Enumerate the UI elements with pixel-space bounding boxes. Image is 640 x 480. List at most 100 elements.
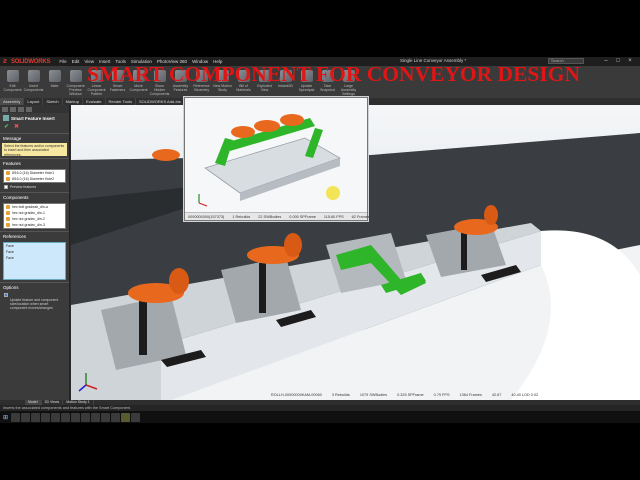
list-item[interactable]: Face	[4, 255, 65, 261]
windows-taskbar: ⊞	[0, 411, 640, 423]
references-header[interactable]: References	[0, 231, 69, 241]
menu-edit[interactable]: Edit	[72, 59, 80, 64]
preview-rebuilds: 1 Rebuilds	[232, 214, 251, 219]
perf-bodies: 1079 SWBodies	[359, 393, 388, 397]
property-manager-tab-icon[interactable]	[10, 106, 16, 112]
folder-icon[interactable]	[101, 412, 110, 422]
triad-x-axis	[198, 202, 208, 207]
roller	[152, 149, 180, 161]
preview-frames: 62 Frames	[351, 214, 370, 219]
checkbox-label: Preview features	[10, 185, 37, 189]
roller	[231, 126, 255, 138]
component-icon	[6, 223, 10, 227]
insert-components-icon	[27, 70, 40, 82]
viewport-perf-status: ROLLH-00000000KAM-00060 3 Rebuilds 1079 …	[71, 390, 640, 400]
components-header[interactable]: Components	[0, 192, 69, 202]
smart-feature-icon	[3, 115, 9, 121]
file-explorer-icon[interactable]	[31, 412, 40, 422]
ribbon-button-1[interactable]: Insert Components	[24, 67, 43, 97]
components-list[interactable]: hex bolt gradeab_din-a hex nut gradec_di…	[3, 203, 66, 229]
options-header[interactable]: Options	[0, 282, 69, 292]
idler-bracket	[139, 295, 147, 355]
list-item-label: hex nut gradec_din-3	[12, 223, 45, 227]
record-icon[interactable]	[131, 412, 140, 422]
mate-icon	[48, 70, 61, 82]
perf-fps: 0.79 FPS	[433, 393, 450, 397]
preview-fps: 115.60 FPS	[323, 214, 344, 219]
roller-wing	[169, 268, 189, 294]
ribbon-button-label: Mate	[50, 84, 59, 88]
roller-wing	[484, 205, 498, 225]
component-icon	[6, 217, 10, 221]
perf-rebuilds: 3 Rebuilds	[331, 393, 350, 397]
checkbox-box[interactable]	[4, 185, 8, 189]
tab-markup[interactable]: Markup	[63, 98, 83, 105]
preview-features-checkbox[interactable]: Preview features	[0, 184, 69, 190]
perf-part-id: ROLLH-00000000KAM-00060	[271, 393, 322, 397]
tab-addins[interactable]: SOLIDWORKS Add-Ins	[136, 98, 185, 105]
features-header[interactable]: Features	[0, 158, 69, 168]
feature-tree-tab-icon[interactable]	[2, 106, 8, 112]
list-item-label: Ø16.0 (16) Diameter Hole2	[12, 177, 55, 181]
preview-part-id: 0000000000(157373)	[188, 214, 225, 219]
solidworks-icon[interactable]	[91, 412, 100, 422]
solidworks-logo-icon: ƨ	[3, 58, 7, 65]
ribbon-button-2[interactable]: Mate	[45, 67, 64, 97]
roller-wing	[284, 233, 302, 257]
video-overlay-title: SMART COMPONENT FOR CONVEYOR DESIGN	[87, 62, 580, 86]
letterbox-bottom	[0, 423, 640, 480]
component-icon	[6, 211, 10, 215]
photos-icon[interactable]	[71, 412, 80, 422]
tab-sketch[interactable]: Sketch	[43, 98, 63, 105]
search-icon[interactable]	[11, 412, 20, 422]
checkbox-box[interactable]	[4, 293, 8, 297]
roller	[254, 120, 280, 132]
windows-start-icon[interactable]: ⊞	[1, 413, 10, 422]
task-view-icon[interactable]	[21, 412, 30, 422]
cancel-x-icon[interactable]: ✖	[14, 124, 21, 130]
ribbon-button-3[interactable]: Component Preview Window	[66, 67, 85, 97]
pm-title-text: Smart Feature Insert	[11, 115, 55, 121]
perf-spframe: 0.325 SPFrame	[397, 393, 424, 397]
browser-icon[interactable]	[61, 412, 70, 422]
list-item[interactable]: Ø16.0 (16) Diameter Hole2	[4, 176, 65, 182]
preview-bodies: 22 SWBodies	[258, 214, 282, 219]
menu-file[interactable]: File	[59, 59, 66, 64]
video-frame: ƨ SOLIDWORKS File Edit View Insert Tools…	[0, 0, 640, 480]
solidworks-icon-2[interactable]	[121, 412, 130, 422]
app-icon[interactable]	[111, 412, 120, 422]
cursor-highlight	[326, 186, 340, 200]
tab-evaluate[interactable]: Evaluate	[83, 98, 106, 105]
solidworks-logo[interactable]: ƨ SOLIDWORKS	[0, 57, 53, 66]
list-item[interactable]: hex nut gradec_din-3	[4, 222, 65, 228]
pm-title: Smart Feature Insert	[0, 113, 69, 123]
tab-layout[interactable]: Layout	[24, 98, 44, 105]
store-icon[interactable]	[41, 412, 50, 422]
references-list[interactable]: Face Face Face	[3, 242, 66, 280]
hole-feature-icon	[6, 177, 10, 181]
idler-bracket	[259, 263, 266, 313]
ribbon-button-label: Insert Components	[23, 84, 44, 92]
edit-component-icon	[6, 70, 19, 82]
preview-status: 0000000000(157373) 1 Rebuilds 22 SWBodie…	[185, 212, 370, 220]
tab-render-tools[interactable]: Render Tools	[106, 98, 137, 105]
message-header[interactable]: Message	[0, 133, 69, 143]
property-manager: Smart Feature Insert ✔ ✖ Message Select …	[0, 105, 70, 400]
ok-check-icon[interactable]: ✔	[4, 124, 11, 130]
preview-spframe: 0.000 SPFrame	[289, 214, 316, 219]
roller	[280, 114, 304, 126]
manager-tabs	[0, 105, 69, 113]
tab-assembly[interactable]: Assembly	[0, 98, 25, 105]
component-preview-window[interactable]: 0000000000(157373) 1 Rebuilds 22 SWBodie…	[184, 97, 370, 221]
settings-icon[interactable]	[81, 412, 90, 422]
ribbon-button-0[interactable]: Edit Component	[3, 67, 22, 97]
mail-icon[interactable]	[51, 412, 60, 422]
config-manager-tab-icon[interactable]	[18, 106, 24, 112]
preview-window-icon	[69, 70, 82, 82]
features-list[interactable]: Ø16.0 (16) Diameter Hole1 Ø16.0 (16) Dia…	[3, 169, 66, 183]
idler-set-far	[152, 149, 180, 161]
message-box: Select the features and/or components to…	[2, 143, 67, 157]
display-manager-tab-icon[interactable]	[26, 106, 32, 112]
perf-frames: 1364 Frames	[459, 393, 482, 397]
perf-lod: 40.40 LOD 0.02	[511, 393, 539, 397]
